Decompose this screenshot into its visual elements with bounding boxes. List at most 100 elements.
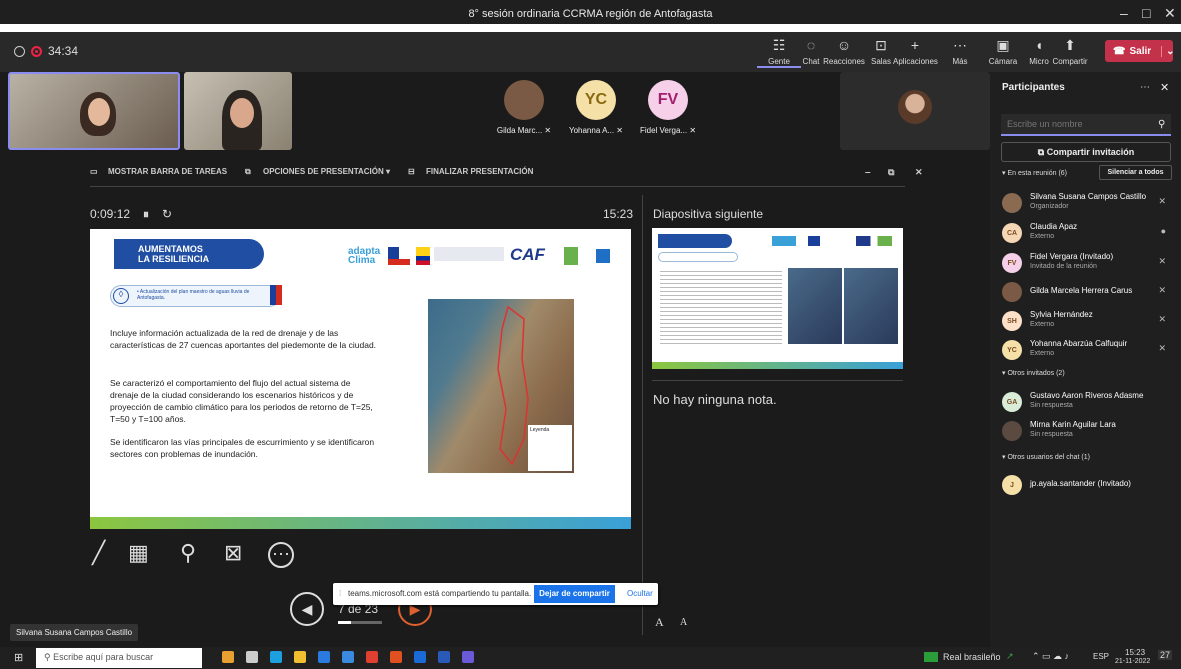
video-tile-presenter[interactable] [8, 72, 180, 150]
task-view-icon[interactable] [246, 651, 258, 663]
participant-row[interactable]: SH Sylvia Hernández Externo ✕ [998, 308, 1176, 336]
office-icon[interactable] [390, 651, 402, 663]
video-tile-participant[interactable] [184, 72, 292, 150]
mute-all-button[interactable]: Silenciar a todos [1099, 165, 1172, 180]
caf-logo: CAF [510, 245, 545, 264]
avatar [1002, 421, 1022, 441]
slide-progress-fill [338, 621, 352, 624]
meeting-toolbar: 34:34 ☷ Gente ◌ Chat ☺ Reacciones ⊡ Salas + Aplic… [0, 32, 1181, 72]
pause-icon[interactable]: ⏸ [143, 207, 149, 222]
end-presentation-button[interactable]: FINALIZAR PRESENTACIÓN [426, 167, 533, 176]
drag-handle-icon[interactable]: ⁞ [339, 589, 341, 598]
avatar: YC [576, 80, 616, 120]
more-options-icon[interactable]: ⋯ [268, 542, 294, 568]
teams-icon[interactable] [462, 651, 474, 663]
minimize-icon[interactable]: – [1120, 5, 1128, 21]
participant-name: Gilda Marc... ✕ [497, 126, 551, 135]
camera-toggle-icon[interactable]: ⊠ [224, 540, 242, 566]
toolbar-label: Más [952, 57, 968, 66]
participant-row[interactable]: Silvana Susana Campos Castillo Organizado… [998, 190, 1176, 218]
stop-sharing-button[interactable]: Dejar de compartir [534, 585, 615, 603]
chevron-down-icon[interactable]: ⌄ [1161, 45, 1175, 57]
taskbar-toggle-icon[interactable]: ▭ [90, 167, 98, 176]
system-tray-icons[interactable]: ⌃ ▭ ☁ ♪ [1032, 651, 1069, 662]
share-invite-button[interactable]: ⧉ Compartir invitación [1001, 142, 1171, 162]
minimize-icon[interactable]: – [865, 167, 871, 178]
edge-icon[interactable] [270, 651, 282, 663]
taskbar-search-placeholder: Escribe aquí para buscar [53, 652, 154, 662]
section-others-invited[interactable]: ▾ Otros invitados (2) [1002, 369, 1065, 377]
participant-row[interactable]: YC Yohanna Abarzúa Calfuquir Externo ✕ [998, 337, 1176, 365]
participant-row[interactable]: Mirna Karin Aguilar Lara Sin respuesta [998, 418, 1176, 446]
close-icon[interactable]: ✕ [915, 167, 923, 178]
chrome-icon[interactable] [366, 651, 378, 663]
section-chat-users[interactable]: ▾ Otros usuarios del chat (1) [1002, 453, 1090, 461]
participant-row[interactable]: GA Gustavo Aaron Riveros Adasme Sin respue… [998, 389, 1176, 417]
leave-button[interactable]: ☎ Salir ⌄ [1105, 40, 1175, 62]
hide-button[interactable]: Ocultar [627, 589, 653, 598]
participant-row[interactable]: FV Fidel Vergara (Invitado) Invitado de la… [998, 250, 1176, 278]
participant-name-text: Fidel Verga... [639, 126, 688, 135]
pen-icon[interactable]: ╱ [92, 540, 105, 566]
avatar [504, 80, 544, 120]
toolbar-share-button[interactable]: ⬆ Compartir [1048, 37, 1092, 66]
preview-subtitle [658, 252, 738, 262]
font-increase-icon[interactable]: A [655, 615, 664, 630]
slide-progress [338, 621, 382, 624]
mic-off-icon: ✕ [1158, 314, 1166, 324]
shield-icon [14, 45, 25, 57]
maximize-icon[interactable]: □ [1142, 5, 1150, 21]
slides-grid-icon[interactable]: ▦ [128, 540, 149, 566]
show-taskbar-button[interactable]: MOSTRAR BARRA DE TAREAS [108, 167, 227, 176]
outlook-icon[interactable] [414, 651, 426, 663]
widgets-icon[interactable] [222, 651, 234, 663]
word-icon[interactable] [438, 651, 450, 663]
participant-row[interactable]: Gilda Marcela Herrera Carus ✕ [998, 279, 1176, 307]
language-indicator[interactable]: ESP [1093, 652, 1109, 661]
currency-widget[interactable]: Real brasileño [943, 652, 1001, 662]
options-icon[interactable]: ⧉ [245, 167, 251, 177]
presentation-options-button[interactable]: OPCIONES DE PRESENTACIÓN ▾ [263, 167, 390, 176]
participant-tile[interactable]: Gilda Marc... ✕ [494, 80, 554, 135]
search-participants-input[interactable] [1001, 114, 1171, 136]
font-decrease-icon[interactable]: A [680, 617, 687, 628]
taskbar-date[interactable]: 21-11-2022 [1115, 658, 1150, 665]
chile-flag-icon [388, 247, 410, 265]
video-tile-self[interactable] [840, 72, 990, 150]
toolbar-label: Gente [768, 57, 790, 66]
notification-count[interactable]: 27 [1158, 650, 1173, 660]
face-shape [88, 98, 110, 126]
file-explorer-icon[interactable] [294, 651, 306, 663]
toolbar-more-button[interactable]: ⋯ Más [938, 37, 982, 66]
mail-icon[interactable] [342, 651, 354, 663]
avatar [898, 90, 932, 124]
toolbar-apps-button[interactable]: + Aplicaciones [893, 37, 938, 66]
end-show-icon[interactable]: ⊟ [408, 167, 415, 176]
participant-tile[interactable]: FV Fidel Verga... ✕ [638, 80, 698, 135]
participant-role: Sin respuesta [1030, 402, 1073, 409]
restore-icon[interactable]: ⧉ [888, 167, 894, 178]
panel-title: Participantes [1002, 82, 1065, 93]
store-icon[interactable] [318, 651, 330, 663]
windows-start-icon[interactable]: ⊞ [14, 651, 23, 664]
close-icon[interactable]: ✕ [1164, 5, 1176, 22]
clock: 15:23 [603, 207, 634, 221]
close-panel-icon[interactable]: ✕ [1160, 81, 1169, 94]
toolbar-label: Salas [870, 57, 891, 66]
preview-text-lines [660, 268, 782, 346]
participant-tile[interactable]: YC Yohanna A... ✕ [566, 80, 626, 135]
taskbar-search-box[interactable]: ⚲ Escribe aquí para buscar [36, 648, 202, 668]
more-icon[interactable]: ⋯ [1140, 82, 1150, 93]
participant-row[interactable]: CA Claudia Apaz Externo ● [998, 220, 1176, 248]
restart-icon[interactable]: ↻ [162, 207, 172, 221]
previous-slide-icon[interactable]: ◀ [290, 592, 324, 626]
participant-name: Fidel Vergara (Invitado) [1030, 252, 1114, 261]
preview-map-1 [788, 268, 842, 344]
participant-row[interactable]: Jjp.ayala.santander (Invitado) [998, 472, 1176, 500]
ministry-logos [434, 247, 504, 261]
section-in-meeting[interactable]: ▾ En esta reunión (6) [1002, 169, 1067, 177]
zoom-icon[interactable]: ⚲ [180, 540, 196, 566]
taskbar-time[interactable]: 15:23 [1125, 648, 1145, 657]
preview-logos [772, 236, 892, 246]
slide-paragraph-3: Se identificaron las vías principales de… [110, 437, 375, 459]
